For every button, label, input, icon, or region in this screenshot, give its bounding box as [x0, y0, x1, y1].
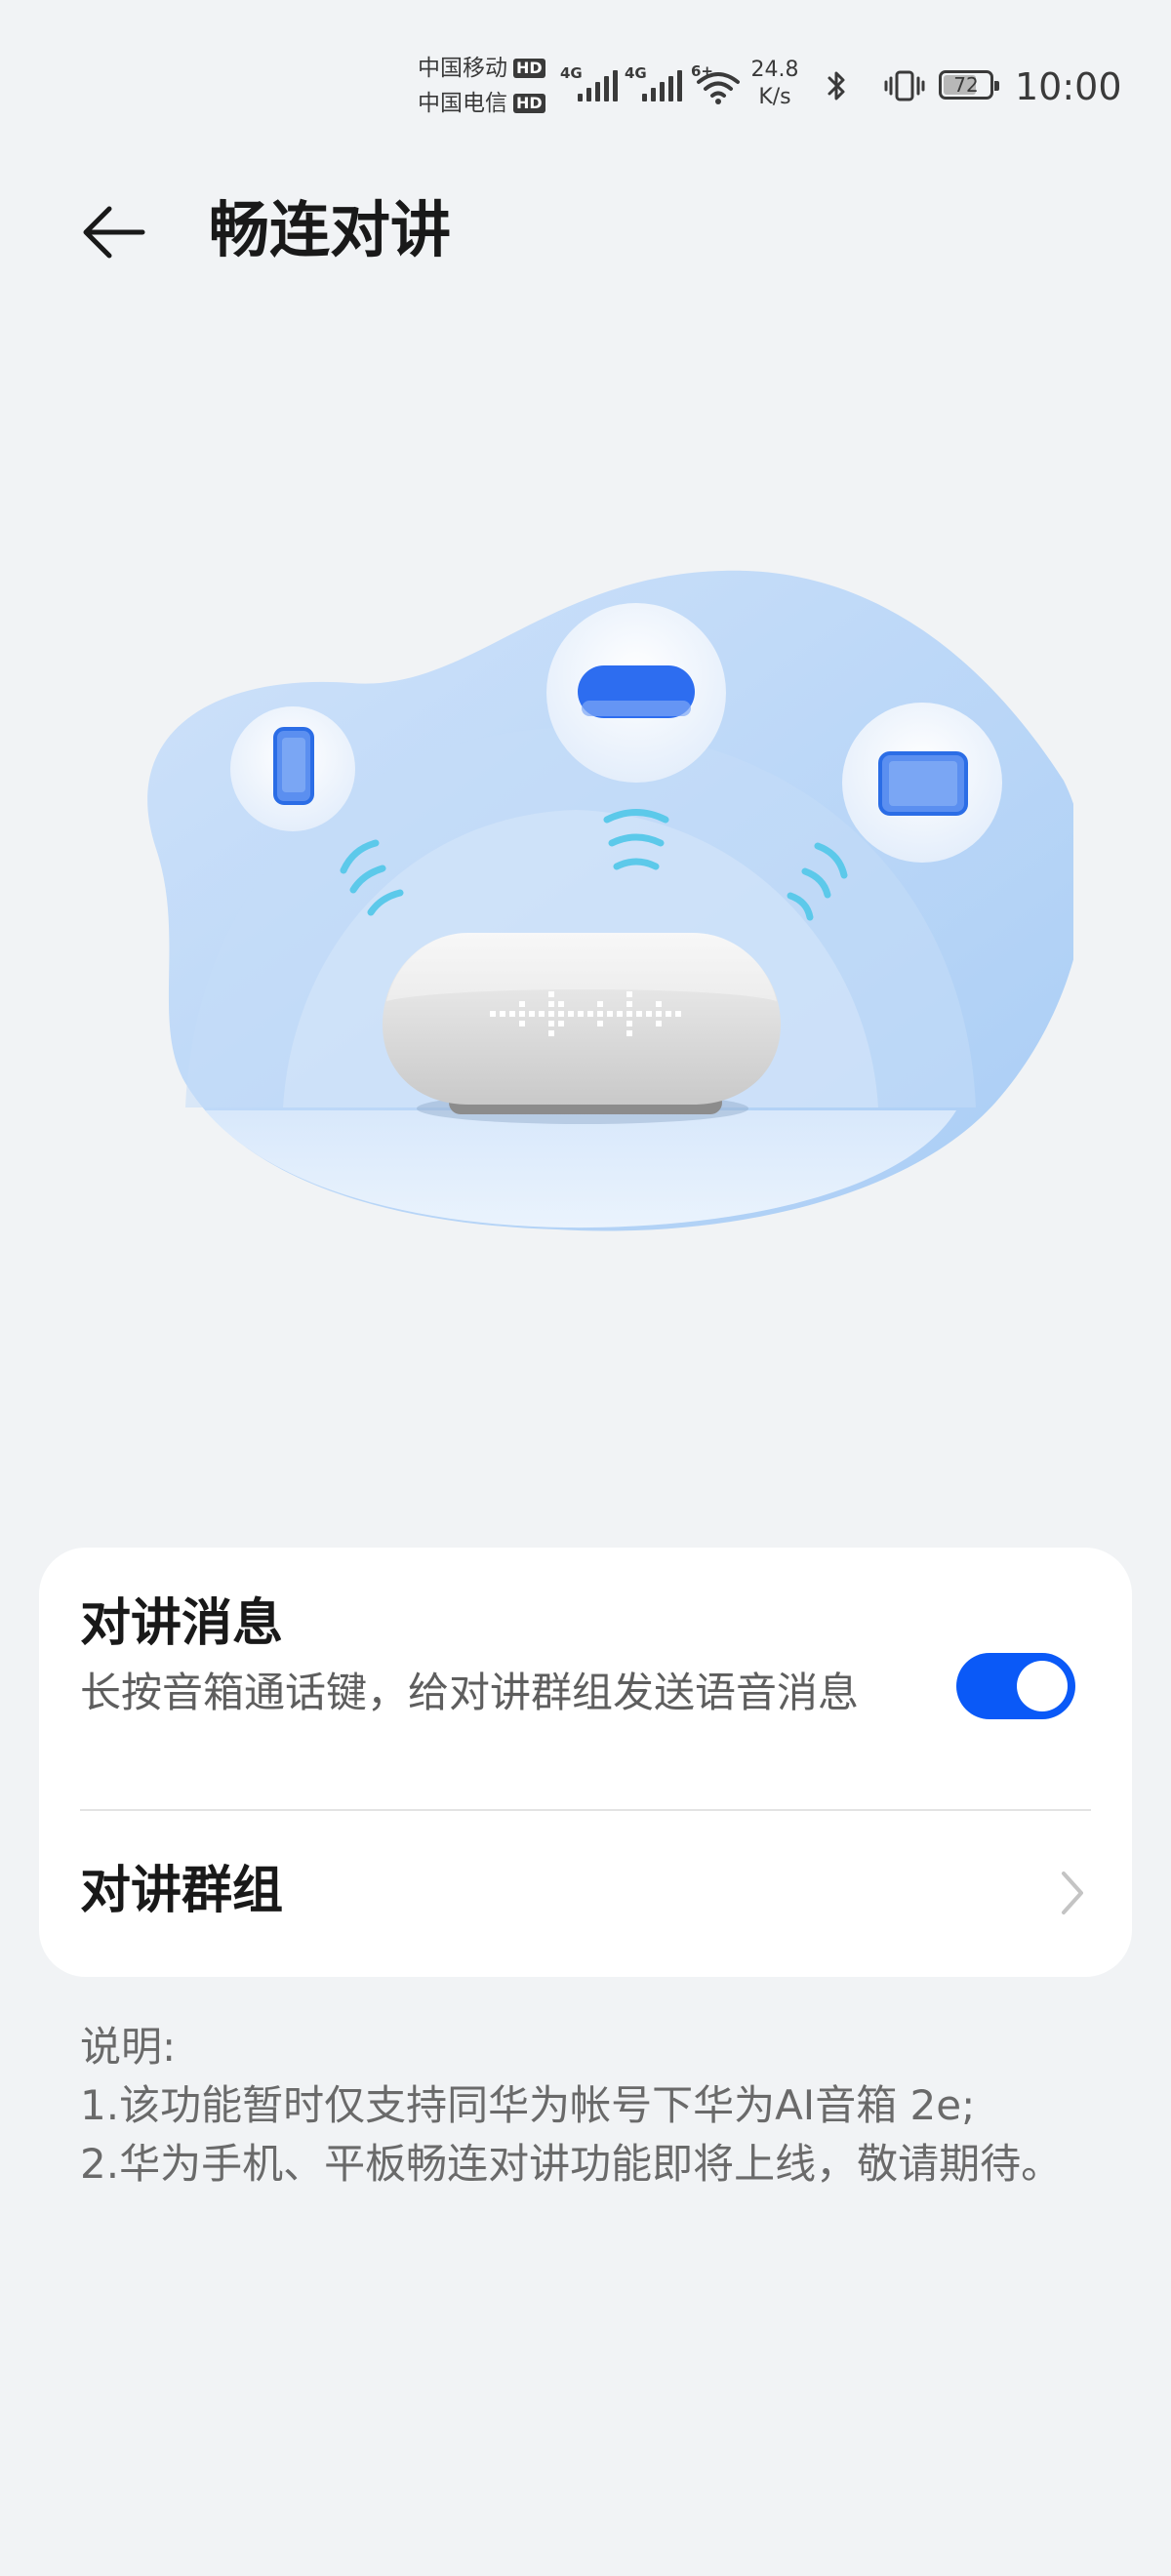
intercom-message-title: 对讲消息: [80, 1594, 284, 1653]
notes-heading: 说明:: [80, 2023, 177, 2071]
chevron-right-icon: [1062, 1872, 1083, 1914]
smart-speaker-icon: [383, 933, 781, 1124]
status-time: 10:00: [1015, 65, 1122, 108]
wifi-tag: 6+: [691, 62, 714, 80]
intercom-illustration: [147, 570, 1073, 1231]
notes-line-1: 1.该功能暂时仅支持同华为帐号下华为AI音箱 2e;: [80, 2081, 976, 2129]
intercom-group-row[interactable]: 对讲群组: [39, 1811, 1132, 1977]
battery-percent: 72: [953, 73, 979, 97]
sim2-signal-icon: 4G: [625, 64, 685, 103]
intercom-message-description: 长按音箱通话键，给对讲群组发送语音消息: [80, 1669, 860, 1716]
carrier-info: 中国移动 HD 中国电信 HD: [418, 51, 545, 121]
hd-badge-1: HD: [513, 59, 545, 78]
back-button[interactable]: [68, 181, 166, 279]
sim1-signal-icon: 4G: [560, 64, 621, 103]
carrier-name-2: 中国电信: [418, 91, 507, 116]
carrier-name-1: 中国移动: [418, 56, 507, 81]
intercom-message-toggle[interactable]: [956, 1653, 1075, 1719]
bluetooth-icon: [828, 71, 845, 101]
toggle-knob: [1017, 1661, 1068, 1711]
network-speed: 24.8 K/s: [744, 57, 806, 111]
network-speed-value: 24.8: [750, 58, 799, 82]
wifi-icon: 6+: [691, 62, 742, 105]
status-bar: 中国移动 HD 中国电信 HD 4G 4G 6+ 24.8 K/s 72 10:…: [0, 0, 1171, 137]
hd-badge-2: HD: [513, 94, 545, 113]
back-arrow-icon: [83, 206, 145, 259]
page-title: 畅连对讲: [209, 194, 452, 265]
carrier-row-2: 中国电信 HD: [418, 86, 545, 121]
speaker-device-icon: [546, 603, 726, 783]
intercom-message-row: 对讲消息 长按音箱通话键，给对讲群组发送语音消息: [39, 1548, 1132, 1809]
network-speed-unit: K/s: [758, 85, 791, 109]
battery-icon: 72: [939, 70, 999, 100]
tablet-device-icon: [842, 703, 1002, 863]
carrier-row-1: 中国移动 HD: [418, 51, 545, 86]
phone-device-icon: [230, 706, 355, 831]
notes-line-2: 2.华为手机、平板畅连对讲功能即将上线，敬请期待。: [80, 2140, 1063, 2188]
intercom-group-label: 对讲群组: [80, 1862, 284, 1920]
notes-section: 说明: 1.该功能暂时仅支持同华为帐号下华为AI音箱 2e; 2.华为手机、平板…: [80, 2018, 1095, 2194]
intercom-settings-card: 对讲消息 长按音箱通话键，给对讲群组发送语音消息 对讲群组: [39, 1548, 1132, 1977]
vibrate-icon: [884, 70, 925, 101]
